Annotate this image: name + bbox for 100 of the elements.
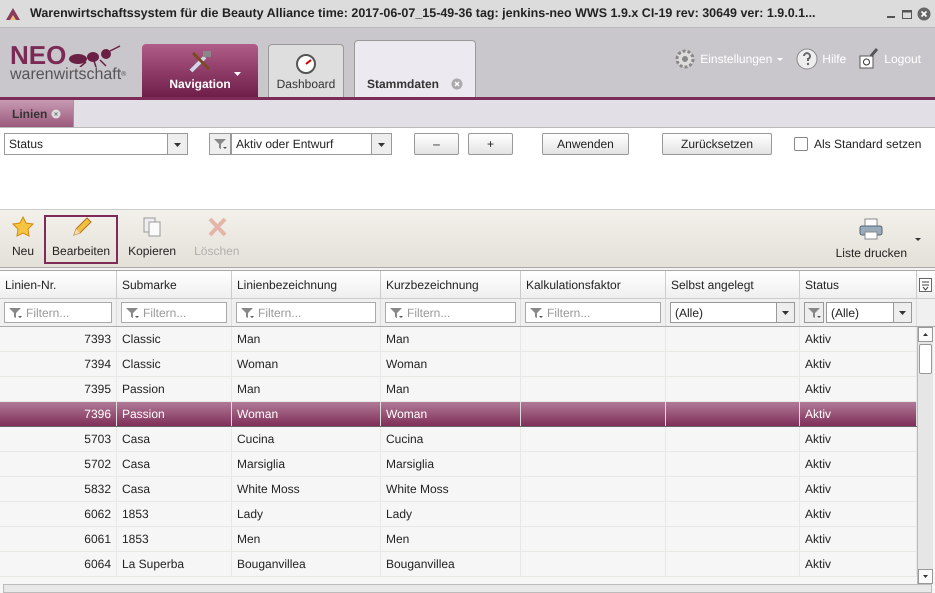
- table-cell: Marsiglia: [381, 452, 521, 476]
- cross-icon: [206, 216, 228, 238]
- table-cell: Casa: [117, 452, 232, 476]
- apply-button[interactable]: Anwenden: [542, 133, 629, 155]
- pencil-icon: [70, 216, 92, 238]
- nav-tab[interactable]: Stammdaten: [354, 40, 476, 97]
- column-header[interactable]: Kalkulationsfaktor: [521, 271, 666, 298]
- table-cell: 6061: [0, 527, 117, 551]
- table-cell: Woman: [232, 402, 381, 426]
- column-header[interactable]: Submarke: [117, 271, 232, 298]
- table-cell: 7394: [0, 352, 117, 376]
- table-cell: Marsiglia: [232, 452, 381, 476]
- checkbox[interactable]: [794, 137, 808, 151]
- scrollbar[interactable]: [917, 327, 933, 584]
- table-cell: Man: [381, 377, 521, 401]
- table-cell: Passion: [117, 402, 232, 426]
- table-cell: Man: [381, 327, 521, 351]
- table-cell: 1853: [117, 502, 232, 526]
- reset-button[interactable]: Zurücksetzen: [662, 133, 772, 155]
- table-cell: Classic: [117, 327, 232, 351]
- column-header[interactable]: Linien-Nr.: [0, 271, 117, 298]
- table-row[interactable]: 7396 Passion Woman Woman Aktiv: [0, 402, 917, 427]
- table-cell: Bouganvillea: [381, 552, 521, 576]
- close-icon[interactable]: [51, 108, 62, 118]
- help-icon: [796, 48, 818, 70]
- logo-text: warenwirtschaft: [10, 66, 122, 82]
- table-cell: Lady: [381, 502, 521, 526]
- table-row[interactable]: 5702 Casa Marsiglia Marsiglia Aktiv: [0, 452, 917, 477]
- funnel-icon: [8, 306, 22, 320]
- table-row[interactable]: 6062 1853 Lady Lady Aktiv: [0, 502, 917, 527]
- filter-input[interactable]: Filtern...: [4, 302, 112, 323]
- table-cell: Casa: [117, 427, 232, 451]
- scroll-down-icon[interactable]: [918, 569, 933, 584]
- filter-value-dropdown[interactable]: Aktiv oder Entwurf: [231, 133, 392, 155]
- table-cell: Men: [381, 527, 521, 551]
- maximize-icon[interactable]: [901, 8, 913, 20]
- nav-tab[interactable]: Navigation: [142, 44, 258, 97]
- table-cell: Passion: [117, 377, 232, 401]
- toolbar-button[interactable]: Bearbeiten: [44, 215, 118, 264]
- table-row[interactable]: 7394 Classic Woman Woman Aktiv: [0, 352, 917, 377]
- filter-input[interactable]: Filtern...: [525, 302, 661, 323]
- column-header[interactable]: Selbst angelegt: [666, 271, 800, 298]
- table-cell: 7393: [0, 327, 117, 351]
- column-header[interactable]: Status: [800, 271, 917, 298]
- filter-field-dropdown[interactable]: Status: [4, 133, 188, 155]
- close-icon[interactable]: [917, 6, 931, 20]
- funnel-button[interactable]: [804, 302, 824, 323]
- funnel-icon: [529, 306, 543, 320]
- column-menu-icon[interactable]: [918, 278, 932, 292]
- nav-tab[interactable]: Dashboard: [268, 44, 344, 97]
- table-cell: Classic: [117, 352, 232, 376]
- table-cell: 6064: [0, 552, 117, 576]
- filter-input[interactable]: Filtern...: [236, 302, 376, 323]
- logo-text: NEO: [10, 42, 66, 66]
- table-cell: 7395: [0, 377, 117, 401]
- checkbox-label: Als Standard setzen: [814, 136, 922, 153]
- table-cell: White Moss: [232, 477, 381, 501]
- table-cell: La Superba: [117, 552, 232, 576]
- filter-dropdown[interactable]: (Alle): [826, 302, 912, 323]
- table-cell: Woman: [232, 352, 381, 376]
- table-cell: Cucina: [232, 427, 381, 451]
- print-button[interactable]: Liste drucken: [830, 215, 913, 264]
- column-header[interactable]: Linienbezeichnung: [232, 271, 381, 298]
- table-row[interactable]: 7393 Classic Man Man Aktiv: [0, 327, 917, 352]
- table-cell: Men: [232, 527, 381, 551]
- scroll-thumb[interactable]: [919, 344, 932, 374]
- filter-input[interactable]: Filtern...: [121, 302, 227, 323]
- table-cell: 7396: [0, 402, 117, 426]
- funnel-icon: [240, 306, 254, 320]
- table-cell: Woman: [381, 402, 521, 426]
- caret-icon: [914, 236, 922, 244]
- scroll-up-icon[interactable]: [918, 327, 933, 342]
- add-button[interactable]: +: [468, 133, 513, 155]
- remove-button[interactable]: –: [414, 133, 459, 155]
- column-header[interactable]: Kurzbezeichnung: [381, 271, 521, 298]
- table-cell: 1853: [117, 527, 232, 551]
- filter-input[interactable]: Filtern...: [385, 302, 516, 323]
- table-row[interactable]: 6064 La Superba Bouganvillea Bouganvillea Aktiv: [0, 552, 917, 577]
- sub-tab[interactable]: Linien: [0, 100, 74, 127]
- table-row[interactable]: 6061 1853 Men Men Aktiv: [0, 527, 917, 552]
- funnel-icon: [213, 137, 227, 151]
- table-cell: Man: [232, 327, 381, 351]
- toolbar-button[interactable]: Kopieren: [120, 215, 184, 264]
- table-row[interactable]: 5703 Casa Cucina Cucina Aktiv: [0, 427, 917, 452]
- table-cell: Lady: [232, 502, 381, 526]
- funnel-icon: [807, 306, 821, 320]
- table-row[interactable]: 5832 Casa White Moss White Moss Aktiv: [0, 477, 917, 502]
- table-cell: Cucina: [381, 427, 521, 451]
- table-cell: Casa: [117, 477, 232, 501]
- funnel-button[interactable]: [209, 133, 231, 155]
- filter-dropdown[interactable]: (Alle): [670, 302, 795, 323]
- table-cell: Man: [232, 377, 381, 401]
- toolbar-button[interactable]: Neu: [4, 215, 42, 264]
- printer-icon: [859, 218, 884, 240]
- table-cell: 5832: [0, 477, 117, 501]
- funnel-icon: [125, 306, 139, 320]
- gear-icon: [674, 48, 696, 70]
- table-cell: 5702: [0, 452, 117, 476]
- window-title: Warenwirtschaftssystem für die Beauty Alliance time: 2017-06-07_15-49-36 tag: jenkins-neo WWS 1.9.x CI-19 rev: 30649 ver: 1.9.0.1...: [30, 5, 816, 22]
- funnel-icon: [389, 306, 403, 320]
